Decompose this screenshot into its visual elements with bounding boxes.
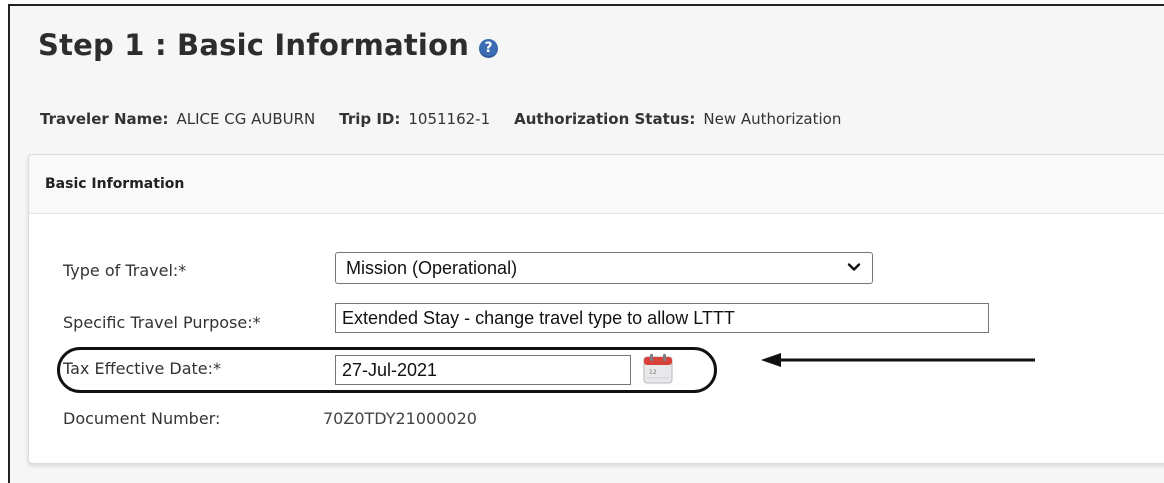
arrow-left-icon	[761, 353, 1035, 367]
authorization-status-label: Authorization Status:	[514, 110, 696, 128]
page-title: Step 1 : Basic Information	[38, 28, 470, 62]
type-of-travel-selected-value: Mission (Operational)	[346, 257, 518, 278]
traveler-name-value: ALICE CG AUBURN	[176, 110, 316, 128]
basic-information-panel: Basic Information Type of Travel:* Missi…	[28, 154, 1164, 464]
specific-travel-purpose-label: Specific Travel Purpose:*	[63, 313, 261, 332]
traveler-info-row: Traveler Name: ALICE CG AUBURN Trip ID: …	[40, 110, 865, 128]
chevron-down-icon	[847, 263, 861, 271]
specific-travel-purpose-input[interactable]: Extended Stay - change travel type to al…	[335, 303, 989, 333]
annotation-highlight-oval	[57, 347, 717, 393]
question-circle-icon[interactable]: ?	[479, 38, 499, 58]
app-frame: Step 1 : Basic Information ? Traveler Na…	[8, 4, 1164, 483]
trip-id-value: 1051162-1	[408, 110, 491, 128]
panel-header: Basic Information	[29, 155, 1164, 214]
traveler-name-label: Traveler Name:	[40, 110, 169, 128]
type-of-travel-label: Type of Travel:*	[63, 261, 187, 280]
authorization-status-value: New Authorization	[703, 110, 842, 128]
document-number-label: Document Number:	[63, 409, 221, 428]
trip-id-label: Trip ID:	[339, 110, 401, 128]
title-row: Step 1 : Basic Information ?	[38, 28, 499, 62]
document-number-value: 70Z0TDY21000020	[323, 409, 477, 428]
type-of-travel-select[interactable]: Mission (Operational)	[335, 252, 873, 284]
